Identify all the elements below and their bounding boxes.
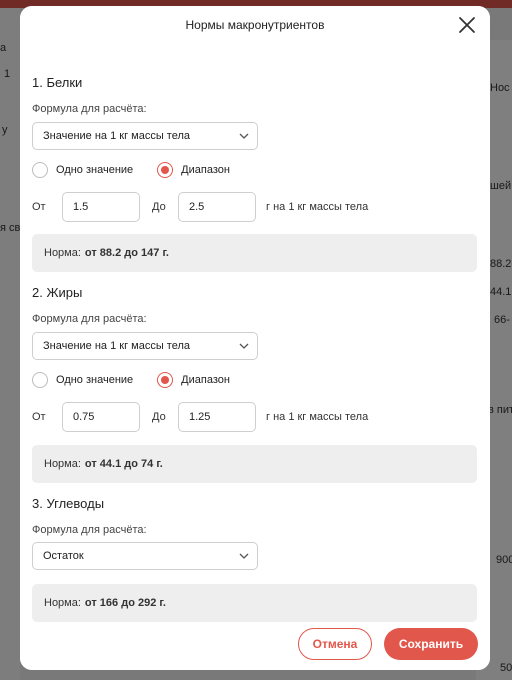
chevron-down-icon — [239, 343, 249, 349]
macronutrients-modal: Нормы макронутриентов 1. Белки Формула д… — [20, 6, 490, 670]
unit-label: г на 1 кг массы тела — [266, 201, 369, 213]
formula-label: Формула для расчёта: — [32, 313, 147, 325]
modal-header: Нормы макронутриентов — [20, 6, 490, 44]
norm-box: Норма: от 44.1 до 74 г. — [32, 445, 477, 483]
radio-range[interactable] — [157, 162, 174, 178]
radio-range[interactable] — [157, 372, 174, 388]
formula-select-value: Значение на 1 кг массы тела — [43, 340, 190, 352]
from-label: От — [32, 411, 46, 423]
modal-body: 1. Белки Формула для расчёта: Значение н… — [20, 44, 490, 670]
to-input[interactable] — [178, 402, 256, 432]
chevron-down-icon — [239, 553, 249, 559]
formula-select[interactable]: Значение на 1 кг массы тела — [32, 332, 258, 360]
norm-box: Норма: от 166 до 292 г. — [32, 584, 477, 622]
from-label: От — [32, 201, 46, 213]
norm-label: Норма: — [44, 597, 81, 609]
section-title: 2. Жиры — [32, 285, 83, 300]
from-input[interactable] — [62, 192, 140, 222]
formula-label: Формула для расчёта: — [32, 524, 147, 536]
radio-range-label[interactable]: Диапазон — [181, 164, 230, 176]
norm-value: от 88.2 до 147 г. — [84, 247, 169, 259]
norm-box: Норма: от 88.2 до 147 г. — [32, 234, 477, 272]
radio-range-label[interactable]: Диапазон — [181, 374, 230, 386]
norm-value: от 44.1 до 74 г. — [84, 458, 163, 470]
close-icon[interactable] — [456, 14, 478, 36]
formula-select[interactable]: Значение на 1 кг массы тела — [32, 122, 258, 150]
mode-radio-group: Одно значение Диапазон — [32, 372, 230, 388]
section-title: 1. Белки — [32, 75, 83, 90]
norm-value: от 166 до 292 г. — [84, 597, 166, 609]
from-input[interactable] — [62, 402, 140, 432]
mode-radio-group: Одно значение Диапазон — [32, 162, 230, 178]
unit-label: г на 1 кг массы тела — [266, 411, 369, 423]
formula-select-value: Значение на 1 кг массы тела — [43, 130, 190, 142]
formula-label: Формула для расчёта: — [32, 103, 147, 115]
radio-single-value[interactable] — [32, 372, 48, 388]
radio-single-label[interactable]: Одно значение — [56, 164, 133, 176]
norm-label: Норма: — [44, 247, 81, 259]
save-button[interactable]: Сохранить — [384, 628, 478, 660]
to-label: До — [152, 411, 166, 423]
cancel-button[interactable]: Отмена — [298, 628, 372, 660]
radio-single-label[interactable]: Одно значение — [56, 374, 133, 386]
section-title: 3. Углеводы — [32, 496, 105, 511]
to-label: До — [152, 201, 166, 213]
to-input[interactable] — [178, 192, 256, 222]
norm-label: Норма: — [44, 458, 81, 470]
chevron-down-icon — [239, 133, 249, 139]
formula-select[interactable]: Остаток — [32, 542, 258, 570]
radio-single-value[interactable] — [32, 162, 48, 178]
formula-select-value: Остаток — [43, 550, 84, 562]
modal-title: Нормы макронутриентов — [185, 18, 325, 32]
